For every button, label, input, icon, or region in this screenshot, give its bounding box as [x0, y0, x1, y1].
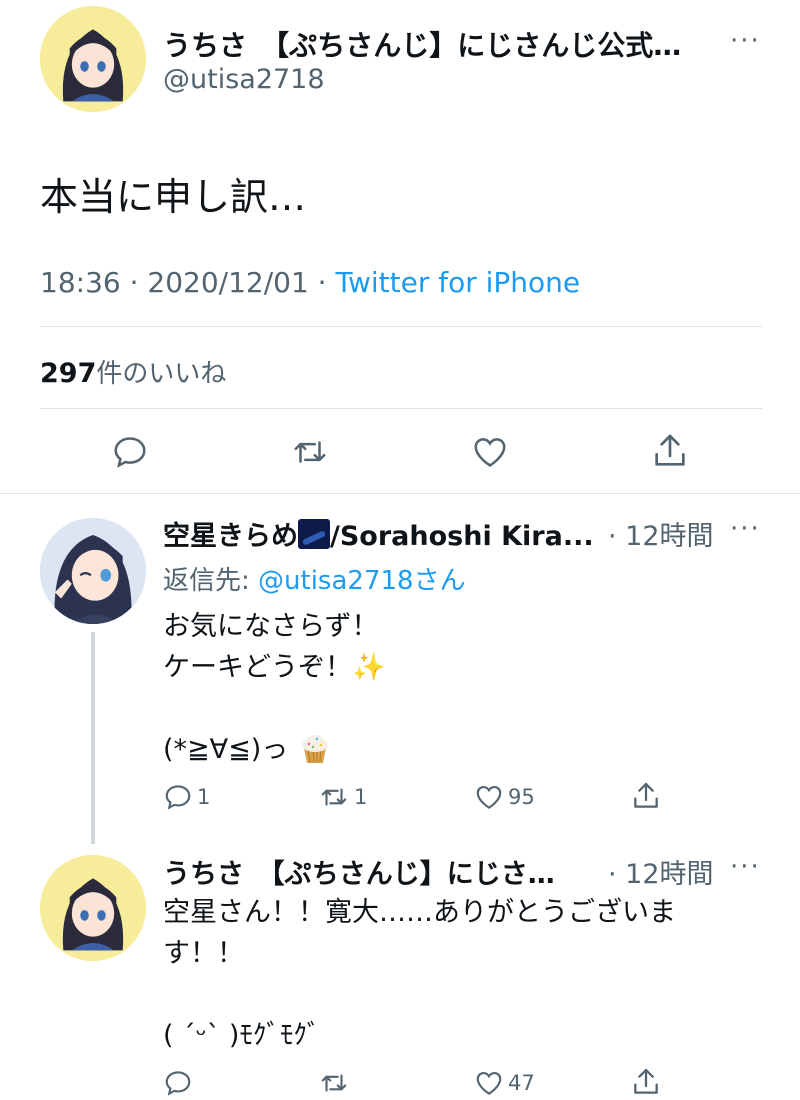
reply-to: 返信先: @utisa2718さん: [163, 560, 466, 597]
cupcake-emoji: [301, 735, 328, 763]
user-handle[interactable]: @utisa2718: [163, 64, 325, 95]
reply-button[interactable]: 1: [163, 782, 210, 812]
retweet-button[interactable]: [318, 1068, 350, 1098]
share-button[interactable]: [630, 780, 662, 812]
reply-to-label: 返信先:: [163, 566, 259, 596]
like-button[interactable]: 95: [474, 782, 535, 812]
reply-display-name[interactable]: 空星きらめ/Sorahoshi Kira...: [163, 514, 594, 553]
reply-text-line: す！！: [163, 938, 244, 969]
tweet-text: 本当に申し訳…: [40, 175, 307, 219]
reply-button[interactable]: [163, 1068, 193, 1098]
retweet-icon: [321, 1074, 347, 1092]
share-icon: [655, 434, 685, 466]
reply-text: 空星さん！！寛大……ありがとうございま す！！ ( ˊᵕˋ )ﾓｸﾞﾓｸﾞ: [163, 892, 676, 1056]
more-icon[interactable]: ···: [730, 514, 761, 544]
likes-count: 297: [40, 358, 97, 389]
like-count: 47: [508, 1071, 535, 1095]
more-icon[interactable]: ···: [730, 852, 761, 882]
reply-display-name[interactable]: うちさ 【ぷちさんじ】にじさ…: [163, 852, 603, 891]
share-button[interactable]: [630, 1066, 662, 1098]
tweet-timestamp[interactable]: 18:36 · 2020/12/01 ·: [40, 266, 335, 299]
reply-text: お気になさらず！ ケーキどうぞ！✨ (*≧∀≦)っ: [163, 606, 386, 770]
reply-text-line: お気になさらず！: [163, 611, 379, 642]
share-icon: [634, 1068, 658, 1094]
retweet-button[interactable]: [290, 433, 330, 471]
retweet-count: 1: [354, 785, 368, 809]
reply-icon: [114, 437, 146, 468]
share-icon: [634, 782, 658, 808]
reply-button[interactable]: [111, 433, 149, 471]
like-icon: [476, 785, 502, 809]
retweet-icon: [294, 441, 326, 463]
divider: [40, 326, 762, 327]
main-tweet: うちさ 【ぷちさんじ】にじさんじ公式… ··· @utisa2718 本当に申し…: [0, 0, 800, 493]
display-name[interactable]: うちさ 【ぷちさんじ】にじさんじ公式…: [163, 24, 718, 64]
reply-to-mention[interactable]: @utisa2718さん: [258, 566, 466, 596]
thread-line: [91, 632, 95, 844]
like-icon: [474, 438, 506, 467]
galaxy-emoji: [298, 519, 330, 549]
reply-icon: [165, 785, 191, 810]
tweet-client-link[interactable]: Twitter for iPhone: [335, 266, 580, 299]
retweet-icon: [321, 788, 347, 806]
section-divider: [0, 493, 800, 494]
reply-text-part: ケーキどうぞ！: [163, 652, 352, 683]
reply-timestamp[interactable]: · 12時間: [608, 514, 714, 553]
reply-icon: [165, 1071, 191, 1096]
like-button[interactable]: [471, 433, 509, 471]
like-button[interactable]: 47: [474, 1068, 535, 1098]
share-button[interactable]: [650, 431, 690, 471]
reply-text-line: 空星さん！！寛大……ありがとうございま: [163, 897, 676, 928]
more-icon[interactable]: ···: [730, 26, 761, 56]
tweet-meta: 18:36 · 2020/12/01 · Twitter for iPhone: [40, 266, 580, 299]
like-icon: [476, 1071, 502, 1095]
avatar[interactable]: [40, 518, 146, 624]
avatar[interactable]: [40, 855, 146, 961]
reply-timestamp[interactable]: · 12時間: [608, 852, 714, 891]
reply-text-line: ケーキどうぞ！✨: [163, 647, 386, 688]
retweet-button[interactable]: 1: [318, 782, 367, 812]
likes-summary[interactable]: 297件のいいね: [40, 353, 226, 390]
reply-text-line: ( ˊᵕˋ )ﾓｸﾞﾓｸﾞ: [163, 1020, 321, 1051]
display-name-part: 空星きらめ: [163, 521, 298, 552]
display-name-part: /Sorahoshi Kira...: [330, 521, 594, 552]
reply-text-line: (*≧∀≦)っ: [163, 729, 386, 770]
like-count: 95: [508, 785, 535, 809]
reply-count: 1: [197, 785, 211, 809]
divider: [40, 408, 762, 409]
sparkles-emoji: ✨: [352, 652, 386, 683]
reply-text-part: (*≧∀≦)っ: [163, 734, 289, 765]
avatar[interactable]: [40, 6, 146, 112]
likes-label: 件のいいね: [96, 359, 227, 389]
